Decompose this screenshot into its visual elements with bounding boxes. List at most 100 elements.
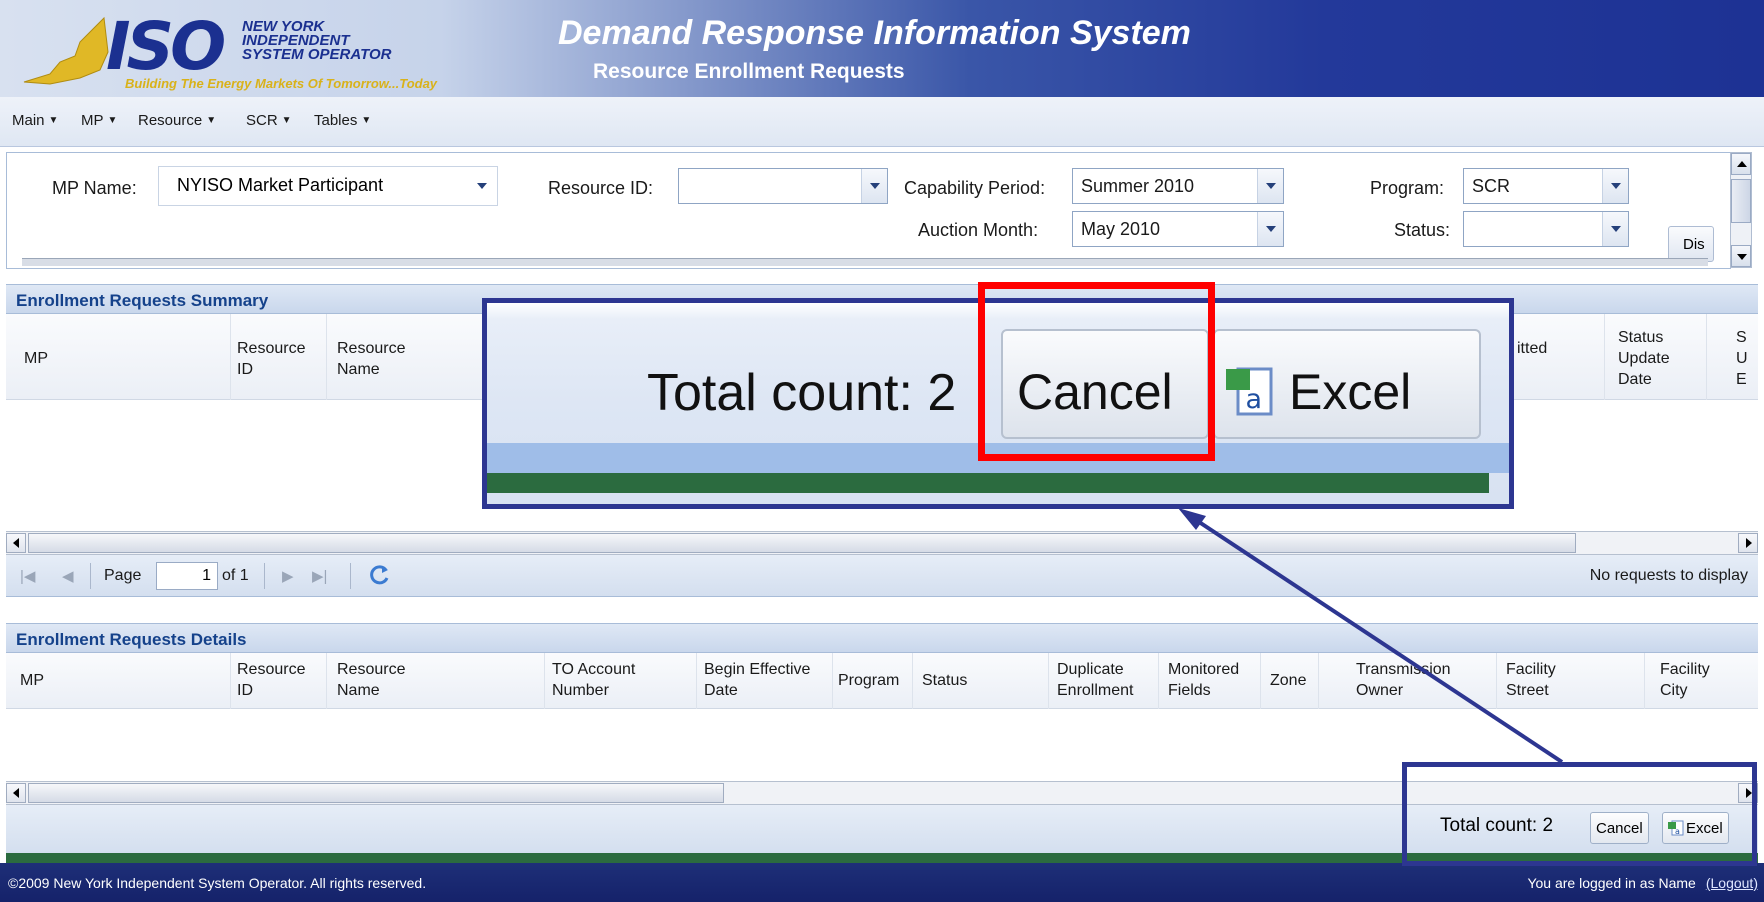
last-page-icon[interactable]: ▶| [312, 567, 327, 585]
copyright-text: ©2009 New York Independent System Operat… [8, 875, 427, 891]
auction-month-select[interactable]: May 2010 [1072, 211, 1284, 247]
col-begin-effective-date[interactable]: Begin Effective Date [704, 659, 810, 701]
resource-id-select[interactable] [678, 168, 888, 204]
col-label: City [1660, 682, 1688, 699]
chevron-down-icon[interactable] [1257, 169, 1283, 203]
col-resource-id[interactable]: Resource ID [237, 659, 305, 701]
col-label: MP [20, 672, 44, 689]
col-status[interactable]: Status [922, 670, 967, 691]
logo-iso-text: ISO [106, 8, 226, 85]
summary-horizontal-scrollbar[interactable] [6, 531, 1758, 555]
col-to-account-number[interactable]: TO Account Number [552, 659, 635, 701]
logo-org-name: NEW YORK INDEPENDENT SYSTEM OPERATOR [242, 19, 392, 63]
scroll-left-icon[interactable] [6, 783, 26, 803]
chevron-down-icon[interactable] [467, 169, 497, 203]
col-label: Name [337, 682, 380, 699]
col-truncated[interactable]: SUE [1736, 327, 1748, 390]
col-label: Status [1618, 329, 1664, 346]
col-label: S [1736, 329, 1747, 346]
capability-period-value: Summer 2010 [1081, 176, 1195, 196]
refresh-icon[interactable] [366, 562, 392, 588]
status-select[interactable] [1463, 211, 1629, 247]
next-page-icon[interactable]: ▶ [282, 567, 294, 585]
status-label: Status: [1394, 220, 1451, 240]
mp-name-select[interactable]: NYISO Market Participant [158, 166, 498, 206]
app-header: ISO NEW YORK INDEPENDENT SYSTEM OPERATOR… [0, 0, 1764, 97]
page-title: Resource Enrollment Requests [593, 60, 905, 83]
col-label: Duplicate [1057, 661, 1124, 678]
filter-vertical-scrollbar[interactable] [1730, 152, 1752, 268]
col-zone[interactable]: Zone [1270, 670, 1306, 691]
logged-in-text: You are logged in as Name [1527, 875, 1696, 891]
menu-label: Tables [314, 112, 358, 129]
logo-tagline: Building The Energy Markets Of Tomorrow.… [125, 76, 438, 91]
col-label: Status [922, 672, 968, 689]
col-label: Date [704, 682, 738, 699]
col-monitored-fields[interactable]: Monitored Fields [1168, 659, 1239, 701]
first-page-icon[interactable]: |◀ [20, 567, 35, 585]
auction-month-value: May 2010 [1081, 219, 1161, 239]
scroll-thumb[interactable] [28, 783, 724, 803]
scroll-thumb[interactable] [28, 533, 1576, 553]
details-grid-header: MP Resource ID Resource Name TO Account Num… [6, 653, 1758, 709]
scroll-thumb[interactable] [1731, 179, 1751, 223]
col-facility-street[interactable]: Facility Street [1506, 659, 1556, 701]
col-resource-id[interactable]: Resource ID [237, 338, 305, 380]
program-select[interactable]: SCR [1463, 168, 1629, 204]
chevron-down-icon[interactable] [1602, 212, 1628, 246]
col-program[interactable]: Program [838, 670, 899, 691]
menu-main[interactable]: Main ▼ [12, 112, 58, 129]
display-button[interactable]: Dis [1668, 226, 1714, 262]
col-mp[interactable]: MP [20, 670, 44, 691]
capability-period-label: Capability Period: [904, 178, 1046, 198]
col-status-update-date[interactable]: Status Update Date [1618, 327, 1670, 390]
program-value: SCR [1472, 176, 1511, 196]
chevron-down-icon[interactable] [861, 169, 887, 203]
col-label: Name [337, 361, 380, 378]
col-label: Monitored [1168, 661, 1240, 678]
col-label: Facility [1660, 661, 1710, 678]
menu-resource[interactable]: Resource ▼ [138, 112, 216, 129]
filter-horizontal-scrollbar[interactable] [22, 258, 1708, 266]
menu-tables[interactable]: Tables ▼ [314, 112, 371, 129]
col-label: Resource [337, 340, 406, 357]
col-label: Enrollment [1057, 682, 1134, 699]
app-title: Demand Response Information System [558, 14, 1191, 52]
scroll-left-icon[interactable] [6, 533, 26, 553]
login-info: You are logged in as Name (Logout) [1527, 875, 1758, 891]
chevron-down-icon[interactable] [1257, 212, 1283, 246]
col-submitted[interactable]: itted [1517, 338, 1547, 359]
col-transmission-owner[interactable]: Transmission Owner [1356, 659, 1451, 701]
col-resource-name[interactable]: Resource Name [337, 338, 405, 380]
summary-pager: |◀ ◀ Page 1 of 1 ▶ ▶| No requests to dis… [6, 555, 1758, 597]
col-label: Date [1618, 371, 1652, 388]
caret-down-icon: ▼ [48, 115, 59, 126]
scroll-down-icon[interactable] [1731, 245, 1751, 267]
col-resource-name[interactable]: Resource Name [337, 659, 405, 701]
col-label: E [1736, 371, 1747, 388]
menu-scr[interactable]: SCR ▼ [246, 112, 292, 129]
page-number-input[interactable]: 1 [156, 562, 218, 590]
logo-name-line: SYSTEM OPERATOR [242, 46, 392, 63]
col-label: Resource [337, 661, 406, 678]
capability-period-select[interactable]: Summer 2010 [1072, 168, 1284, 204]
col-facility-city[interactable]: Facility City [1660, 659, 1710, 701]
status-bar: ©2009 New York Independent System Operat… [0, 863, 1764, 902]
scroll-right-icon[interactable] [1738, 533, 1758, 553]
logout-link[interactable]: (Logout) [1706, 875, 1758, 891]
caret-down-icon: ▼ [281, 115, 292, 126]
menu-label: Main [12, 112, 45, 129]
prev-page-icon[interactable]: ◀ [62, 567, 74, 585]
col-mp[interactable]: MP [24, 348, 48, 369]
chevron-down-icon[interactable] [1602, 169, 1628, 203]
col-label: Transmission [1356, 661, 1451, 678]
scroll-up-icon[interactable] [1731, 153, 1751, 175]
zoom-total-count: Total count: 2 [647, 364, 957, 422]
auction-month-label: Auction Month: [918, 220, 1039, 240]
col-label: Begin Effective [704, 661, 811, 678]
menu-mp[interactable]: MP ▼ [81, 112, 117, 129]
col-label: Fields [1168, 682, 1211, 699]
menu-label: MP [81, 112, 104, 129]
col-duplicate-enrollment[interactable]: Duplicate Enrollment [1057, 659, 1133, 701]
nyiso-logo: ISO NEW YORK INDEPENDENT SYSTEM OPERATOR… [20, 8, 540, 94]
